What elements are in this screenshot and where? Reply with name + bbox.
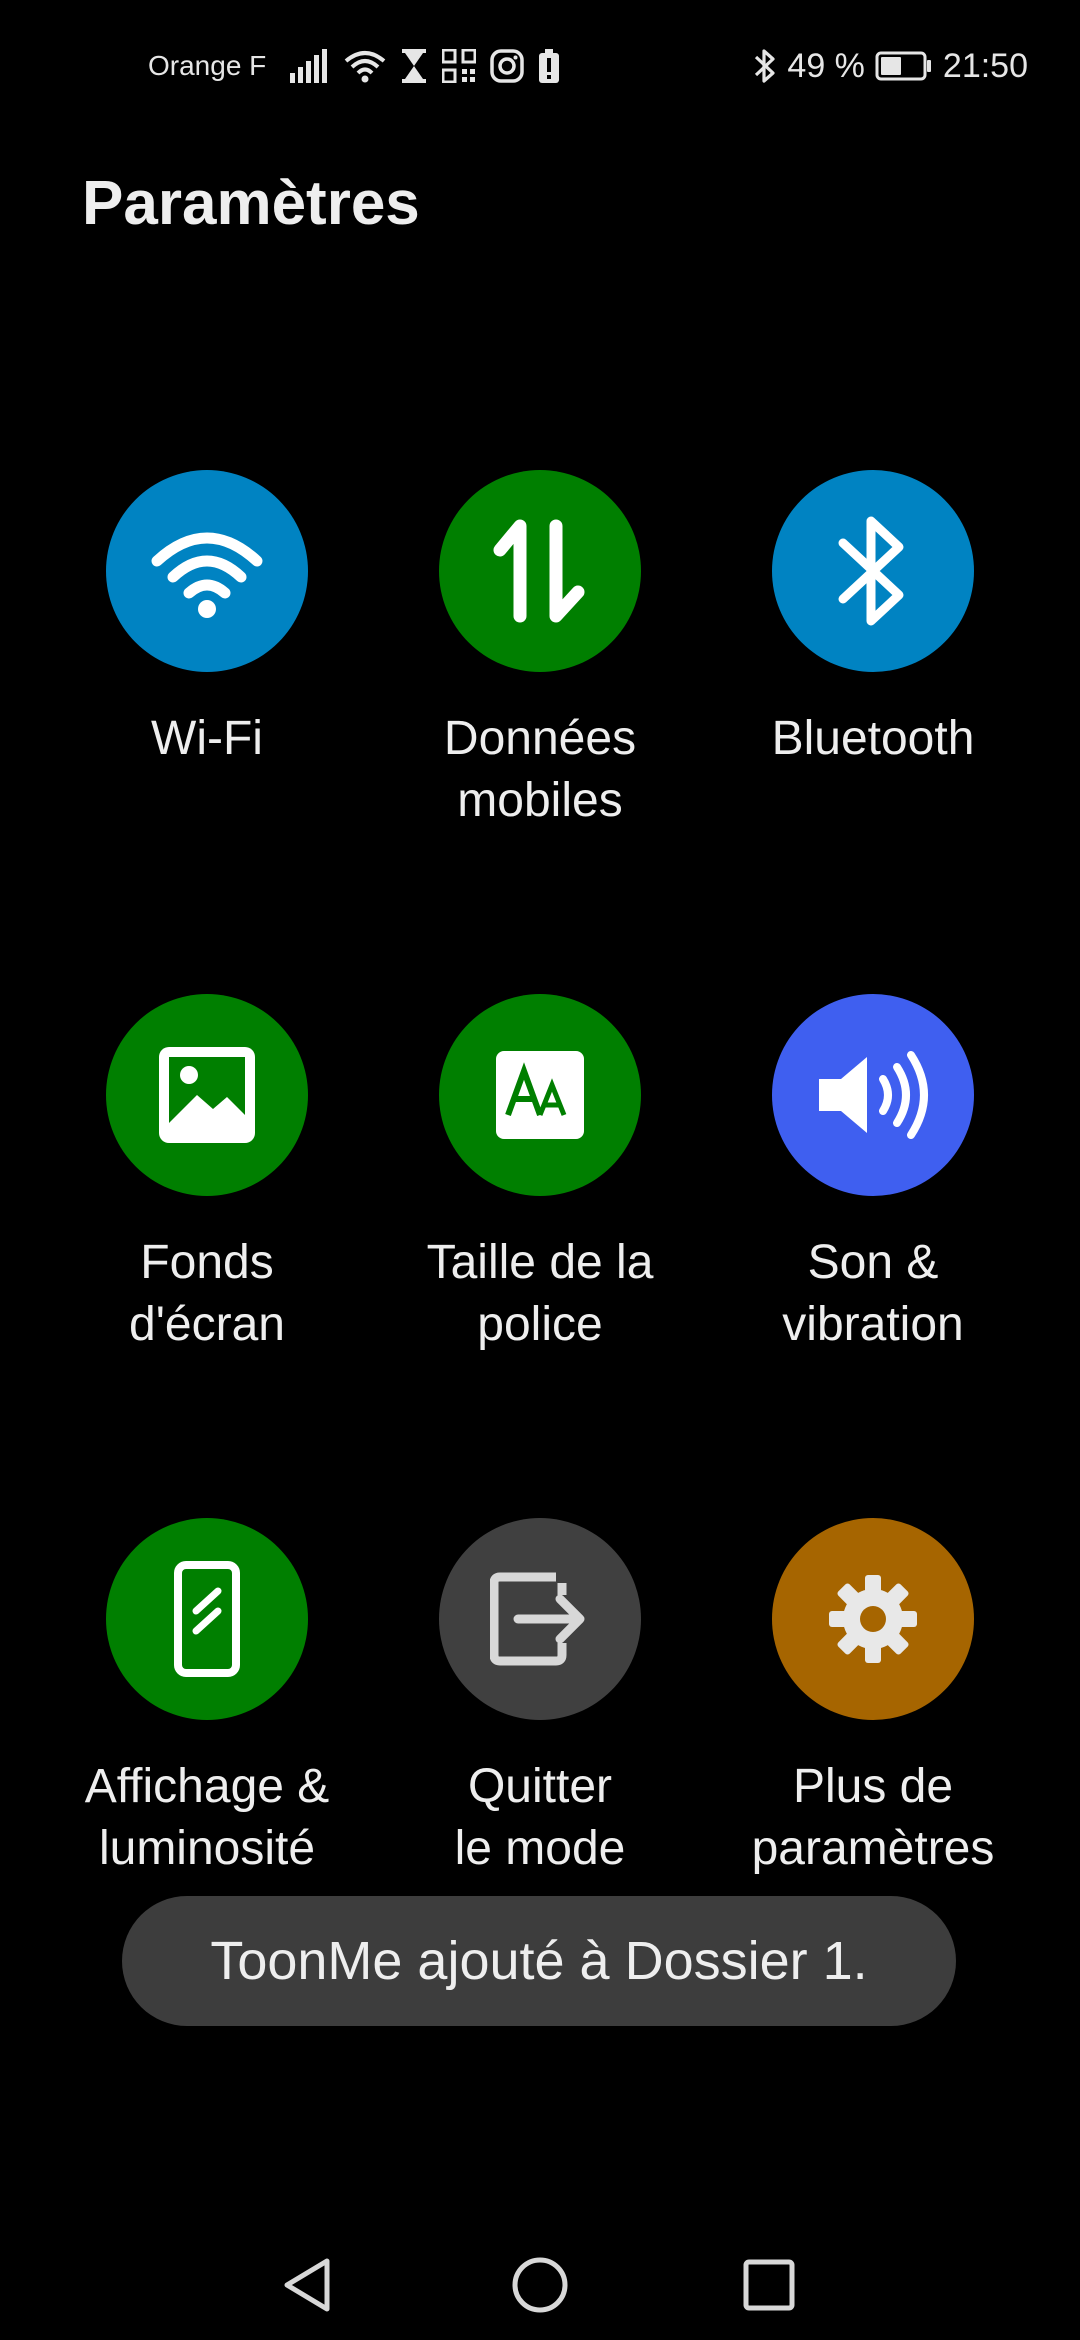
bluetooth-icon <box>838 516 904 626</box>
tile-wifi-circle[interactable] <box>106 470 308 672</box>
tile-more-settings-label: Plus de paramètres <box>751 1760 995 1875</box>
status-left: Orange F <box>148 44 560 88</box>
clock: 21:50 <box>942 46 1028 85</box>
font-size-icon <box>496 1051 584 1139</box>
wallpaper-icon <box>159 1047 255 1143</box>
tile-sound[interactable]: Son & vibration <box>693 994 1053 1356</box>
status-right: 49 % 21:50 <box>753 44 1028 88</box>
battery-percent: 49 % <box>787 46 865 85</box>
tile-wallpaper-label: Fonds d'écran <box>129 1236 285 1351</box>
tile-exit-mode-circle[interactable] <box>439 1518 641 1720</box>
instagram-icon <box>490 49 525 83</box>
bluetooth-icon <box>755 49 776 83</box>
tile-bluetooth-circle[interactable] <box>772 470 974 672</box>
tile-more-settings[interactable]: Plus de paramètres <box>693 1518 1053 1880</box>
display-icon <box>174 1561 240 1677</box>
recents-button[interactable] <box>734 2250 804 2320</box>
tile-mobile-data[interactable]: Données mobiles <box>360 470 720 832</box>
tile-more-settings-circle[interactable] <box>772 1518 974 1720</box>
tile-font-size-circle[interactable] <box>439 994 641 1196</box>
exit-icon <box>490 1572 585 1666</box>
volume-icon <box>819 1051 928 1139</box>
tile-font-size-label: Taille de la police <box>426 1236 654 1351</box>
tile-display-circle[interactable] <box>106 1518 308 1720</box>
wifi-icon <box>151 532 263 618</box>
back-icon <box>284 2258 330 2312</box>
navigation-bar <box>0 2220 1080 2340</box>
toast-message: ToonMe ajouté à Dossier 1. <box>122 1896 956 2026</box>
signal-icon <box>290 49 328 83</box>
back-button[interactable] <box>272 2250 342 2320</box>
battery-icon <box>875 51 931 81</box>
recents-icon <box>743 2259 795 2311</box>
tile-sound-label: Son & vibration <box>782 1236 964 1351</box>
tile-exit-mode[interactable]: Quitter le mode <box>360 1518 720 1880</box>
tile-display-label: Affichage & luminosité <box>84 1760 330 1875</box>
wifi-icon <box>344 51 386 83</box>
page-title: Paramètres <box>82 169 420 238</box>
tile-display[interactable]: Affichage & luminosité <box>27 1518 387 1880</box>
tile-bluetooth[interactable]: Bluetooth <box>693 470 1053 770</box>
home-icon <box>512 2257 568 2313</box>
battery-alert-icon <box>539 49 560 83</box>
hourglass-icon <box>402 49 427 83</box>
tile-exit-mode-label: Quitter le mode <box>454 1760 626 1875</box>
tile-sound-circle[interactable] <box>772 994 974 1196</box>
tile-mobile-data-circle[interactable] <box>439 470 641 672</box>
tile-mobile-data-label: Données mobiles <box>443 712 637 827</box>
carrier-name: Orange F <box>148 50 267 81</box>
tile-wallpaper[interactable]: Fonds d'écran <box>27 994 387 1356</box>
home-button[interactable] <box>505 2250 575 2320</box>
mobile-data-icon <box>493 519 585 623</box>
tile-font-size[interactable]: Taille de la police <box>360 994 720 1356</box>
status-bar: Orange F 49 % 21:50 <box>0 0 1080 132</box>
tile-wifi[interactable]: Wi-Fi <box>27 470 387 770</box>
tile-bluetooth-label: Bluetooth <box>771 712 975 765</box>
tile-wallpaper-circle[interactable] <box>106 994 308 1196</box>
gear-icon <box>829 1575 917 1663</box>
tile-wifi-label: Wi-Fi <box>151 712 263 765</box>
qr-code-icon <box>442 49 477 83</box>
